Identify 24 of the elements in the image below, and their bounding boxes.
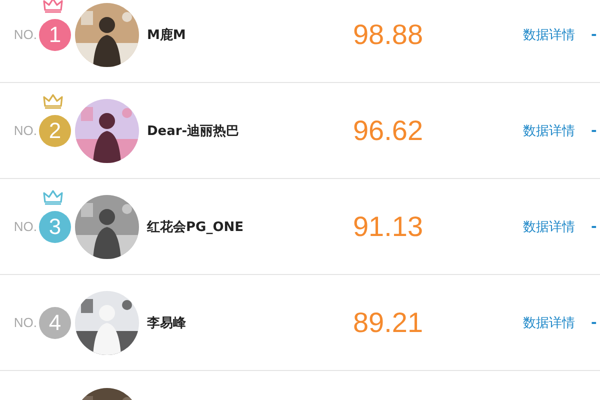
dash-mark: -	[591, 218, 597, 234]
user-name: Dear-迪丽热巴	[147, 122, 240, 140]
data-details-link[interactable]: 数据详情	[523, 26, 575, 44]
user-name: M鹿M	[147, 26, 187, 44]
rank-badge: 1	[39, 18, 71, 50]
user-name: 红花会PG_ONE	[147, 218, 245, 236]
rank-prefix: NO.	[14, 315, 37, 330]
data-details-link[interactable]: 数据详情	[523, 218, 575, 236]
rank-badge: 3	[39, 210, 71, 242]
dash-mark: -	[591, 314, 597, 330]
data-details-link[interactable]: 数据详情	[523, 122, 575, 140]
rank-prefix: NO.	[14, 219, 37, 234]
score-value: 89.21	[352, 306, 424, 338]
rank-prefix: NO.	[14, 123, 37, 138]
rank-badge: 4	[39, 306, 71, 338]
user-name: 李易峰	[147, 314, 187, 332]
score-value: 98.88	[352, 18, 424, 50]
rank-badge: 2	[39, 114, 71, 146]
dash-mark: -	[591, 122, 597, 138]
rank-prefix: NO.	[14, 27, 37, 42]
data-details-link[interactable]: 数据详情	[523, 314, 575, 332]
dash-mark: -	[591, 26, 597, 42]
score-value: 91.13	[352, 210, 424, 242]
score-value: 96.62	[352, 114, 424, 146]
